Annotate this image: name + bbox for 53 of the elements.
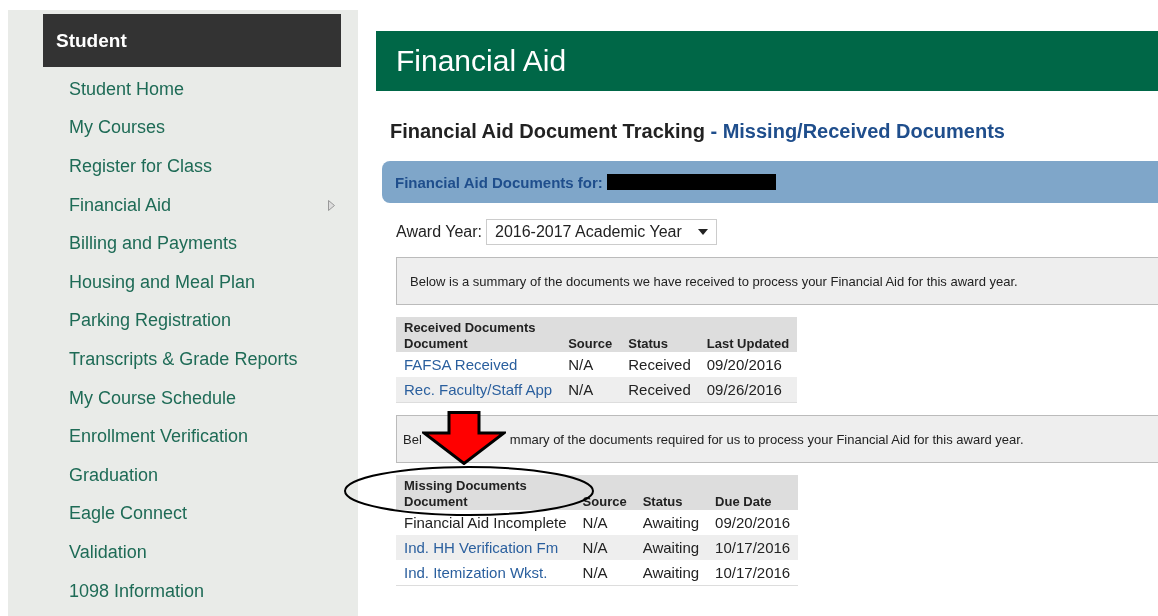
table-caption: Missing Documents [404, 478, 527, 493]
sidebar-link[interactable]: Graduation [69, 464, 159, 486]
table-cell: N/A [582, 564, 608, 581]
award-year-label: Award Year: [396, 223, 482, 241]
caret-icon [698, 229, 708, 235]
sidebar-link[interactable]: My Courses [69, 117, 166, 139]
column-header: Source [582, 494, 627, 509]
sidebar-link[interactable]: 1098 Information [69, 580, 205, 602]
sidebar-link[interactable]: Validation [69, 541, 147, 563]
table-cell: Awaiting [642, 564, 700, 581]
sidebar-link[interactable]: Billing and Payments [69, 233, 238, 255]
column-header: Document [404, 494, 468, 509]
summary-text: Below is a summary of the documents we have received to process your Financial Aid for this award year. [410, 273, 1018, 289]
documents-for-label: Financial Aid Documents for: [395, 173, 603, 191]
award-year-select[interactable]: 2016-2017 Academic Year [486, 219, 717, 245]
sidebar-heading: Student [43, 14, 341, 67]
column-header: Status [642, 494, 683, 509]
table-cell: N/A [582, 539, 608, 556]
table-cell: Awaiting [642, 514, 700, 531]
sidebar-link[interactable]: Parking Registration [69, 310, 232, 332]
table-cell: Awaiting [642, 539, 700, 556]
table-cell: 10/17/2016 [715, 539, 791, 556]
table-cell: 10/17/2016 [715, 564, 791, 581]
column-header: Last Updated [706, 336, 790, 351]
table-cell: 09/20/2016 [706, 356, 782, 373]
table-caption: Received Documents [404, 320, 536, 335]
document-link[interactable]: FAFSA Received [404, 356, 518, 373]
sidebar-link[interactable]: Financial Aid [69, 194, 172, 216]
sidebar-link[interactable]: Transcripts & Grade Reports [69, 348, 298, 370]
sidebar-link[interactable]: Enrollment Verification [69, 426, 249, 448]
document-name: Financial Aid Incomplete [404, 514, 567, 531]
sidebar-link[interactable]: Register for Class [69, 156, 213, 177]
page-title: Financial Aid [396, 44, 567, 78]
sidebar-link[interactable]: Student Home [69, 78, 185, 100]
table-cell: 09/26/2016 [706, 381, 782, 398]
document-link[interactable]: Ind. Itemization Wkst. [404, 564, 548, 581]
section-title: Financial Aid Document Tracking [390, 120, 705, 142]
column-header: Source [568, 336, 613, 351]
column-header: Document [404, 336, 468, 351]
column-header: Status [628, 336, 668, 351]
section-subtitle: - Missing/Received Documents [710, 120, 1005, 142]
table-cell: N/A [582, 514, 608, 531]
table-cell: N/A [568, 356, 594, 373]
summary-text: mmary of the documents required for us to process your Financial Aid for this award year. [509, 431, 1024, 447]
table-cell: Received [628, 381, 691, 398]
sidebar-link[interactable]: My Course Schedule [69, 387, 237, 409]
sidebar-link[interactable]: Eagle Connect [69, 503, 188, 525]
summary-text: Bel [403, 431, 422, 447]
column-header: Due Date [715, 494, 772, 509]
table-cell: 09/20/2016 [715, 514, 791, 531]
table-cell: Received [628, 356, 691, 373]
sidebar-link[interactable]: Housing and Meal Plan [69, 271, 256, 293]
table-cell: N/A [568, 381, 594, 398]
